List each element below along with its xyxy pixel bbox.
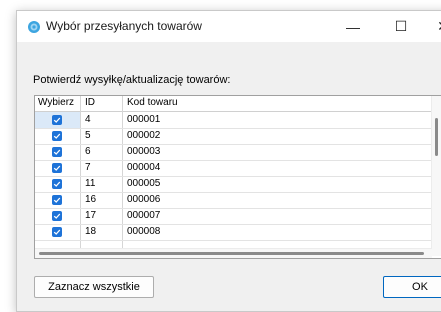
- cell-product-code: 000007: [127, 210, 161, 221]
- cell-product-code: 000002: [127, 130, 161, 141]
- column-header-id[interactable]: ID: [85, 97, 95, 108]
- column-header-code[interactable]: Kod towaru: [127, 97, 178, 108]
- cell-product-code: 000004: [127, 162, 161, 173]
- checkmark-icon: [53, 181, 61, 187]
- maximize-button[interactable]: ☐: [383, 11, 419, 42]
- app-gear-icon: [28, 21, 40, 33]
- close-icon: ✕: [437, 18, 441, 35]
- table-row[interactable]: 6 000003: [35, 144, 432, 161]
- grid-header: Wybierz ID Kod towaru: [35, 96, 432, 112]
- select-checkbox[interactable]: [52, 195, 62, 205]
- checkmark-icon: [53, 229, 61, 235]
- table-row[interactable]: 11 000005: [35, 176, 432, 193]
- horizontal-scroll-thumb[interactable]: [39, 252, 424, 255]
- dialog-window: Wybór przesyłanych towarów — ☐ ✕ Potwier…: [16, 10, 441, 312]
- checkmark-icon: [53, 197, 61, 203]
- cell-id: 5: [85, 130, 91, 141]
- select-checkbox[interactable]: [52, 211, 62, 221]
- products-grid[interactable]: Wybierz ID Kod towaru 4 000001 5 000002 6 000…: [34, 95, 441, 259]
- table-row[interactable]: 5 000002: [35, 128, 432, 145]
- column-header-select[interactable]: Wybierz: [38, 97, 74, 108]
- minimize-icon: —: [346, 18, 360, 35]
- select-checkbox[interactable]: [52, 163, 62, 173]
- cell-product-code: 000003: [127, 146, 161, 157]
- table-row[interactable]: 4 000001: [35, 112, 432, 129]
- maximize-icon: ☐: [394, 18, 408, 34]
- cell-product-code: 000008: [127, 226, 161, 237]
- checkmark-icon: [53, 149, 61, 155]
- select-all-button[interactable]: Zaznacz wszystkie: [34, 276, 154, 298]
- cell-id: 18: [85, 226, 97, 237]
- cell-id: 7: [85, 162, 91, 173]
- cell-product-code: 000001: [127, 114, 161, 125]
- select-checkbox[interactable]: [52, 131, 62, 141]
- cell-id: 11: [85, 178, 96, 189]
- ok-button[interactable]: OK: [383, 276, 441, 298]
- table-row[interactable]: 17 000007: [35, 208, 432, 225]
- select-checkbox[interactable]: [52, 115, 62, 125]
- cell-id: 6: [85, 146, 91, 157]
- cell-product-code: 000005: [127, 178, 161, 189]
- cell-id: 16: [85, 194, 97, 205]
- select-checkbox[interactable]: [52, 179, 62, 189]
- checkmark-icon: [53, 165, 61, 171]
- confirm-prompt: Potwierdź wysyłkę/aktualizację towarów:: [33, 74, 231, 86]
- table-row[interactable]: 16 000006: [35, 192, 432, 209]
- select-checkbox[interactable]: [52, 227, 62, 237]
- close-button[interactable]: ✕: [425, 11, 441, 42]
- title-bar[interactable]: Wybór przesyłanych towarów — ☐ ✕: [17, 11, 441, 42]
- cell-id: 4: [85, 114, 91, 125]
- checkmark-icon: [53, 133, 61, 139]
- table-row[interactable]: 7 000004: [35, 160, 432, 177]
- window-title: Wybór przesyłanych towarów: [46, 19, 202, 33]
- minimize-button[interactable]: —: [335, 11, 371, 42]
- vertical-scrollbar[interactable]: [431, 96, 441, 256]
- select-checkbox[interactable]: [52, 147, 62, 157]
- vertical-scroll-thumb[interactable]: [435, 118, 438, 156]
- cell-id: 17: [85, 210, 97, 221]
- checkmark-icon: [53, 213, 61, 219]
- table-row[interactable]: 18 000008: [35, 224, 432, 241]
- cell-product-code: 000006: [127, 194, 161, 205]
- horizontal-scrollbar[interactable]: [35, 248, 432, 258]
- checkmark-icon: [53, 117, 61, 123]
